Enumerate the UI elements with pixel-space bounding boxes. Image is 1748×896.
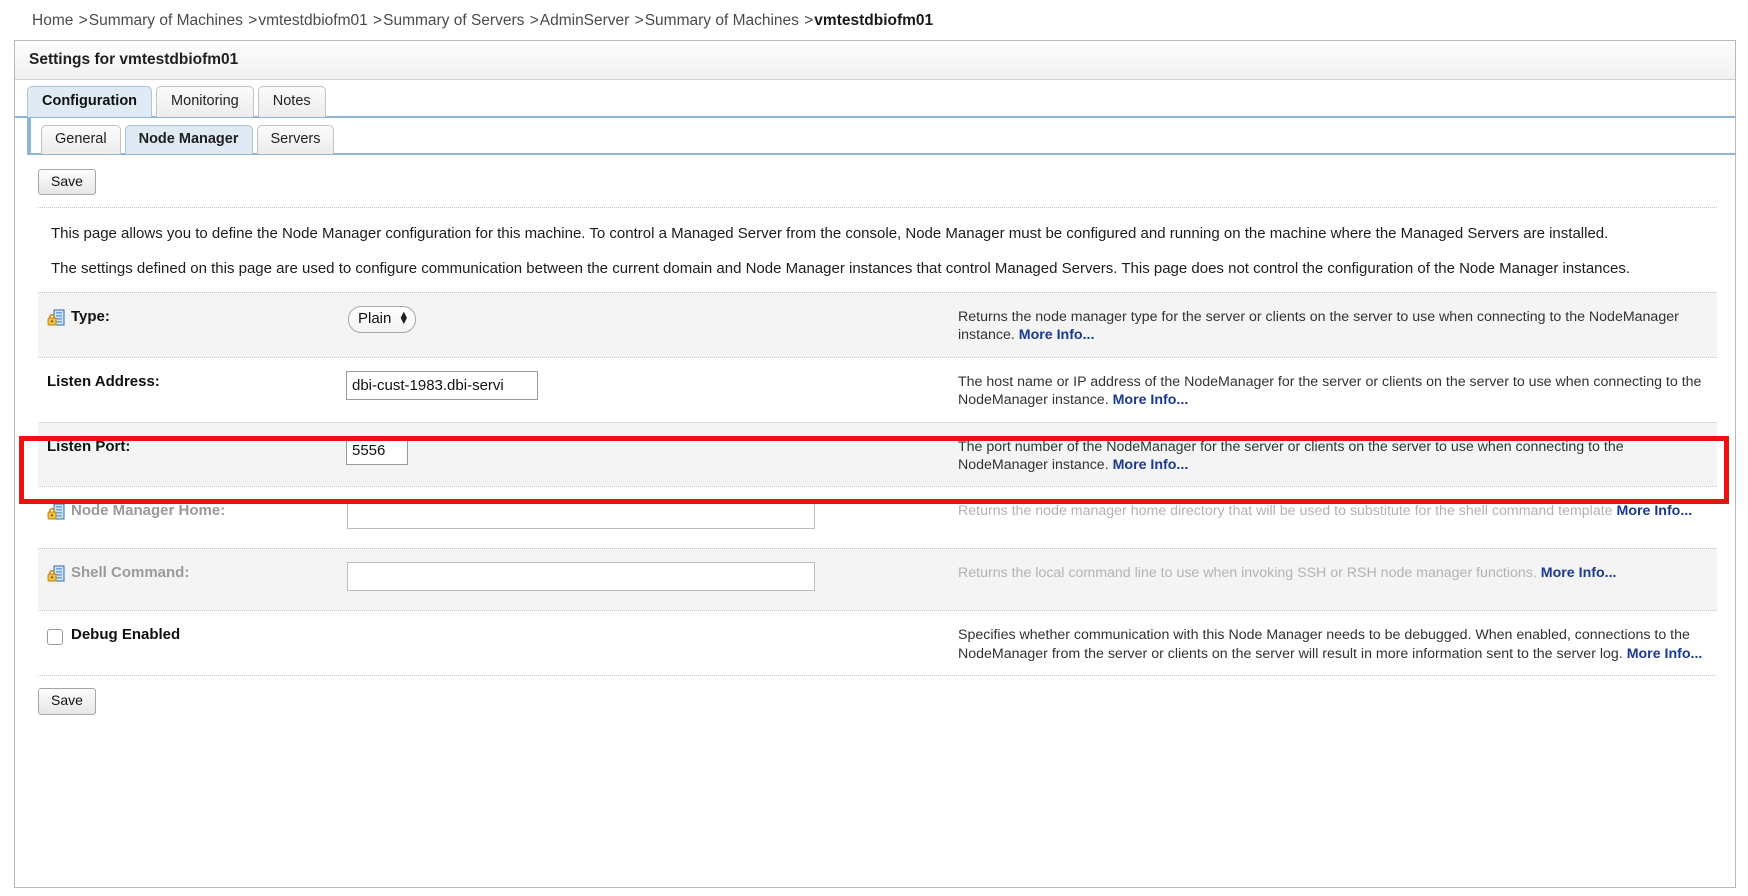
tabs-secondary-wrapper: General Node Manager Servers — [27, 118, 1735, 155]
tab-configuration[interactable]: Configuration — [27, 86, 153, 117]
save-button-top[interactable]: Save — [38, 169, 96, 196]
lock-config-icon — [47, 309, 65, 326]
label-node-manager-home: Node Manager Home: — [71, 502, 226, 520]
label-listen-port-wrapper: Listen Port: — [38, 436, 343, 457]
help-listen-port: The port number of the NodeManager for t… — [958, 436, 1717, 475]
label-node-manager-home-wrapper: Node Manager Home: — [38, 500, 343, 521]
field-listen-port-wrapper — [343, 435, 958, 465]
tabs-primary: Configuration Monitoring Notes — [15, 80, 1735, 118]
breadcrumb-item-summary-of-servers[interactable]: Summary of Servers — [383, 12, 524, 29]
help-node-manager-home: Returns the node manager home directory … — [958, 500, 1717, 520]
tab-notes[interactable]: Notes — [257, 86, 326, 117]
save-button-bottom[interactable]: Save — [38, 688, 96, 715]
breadcrumb-separator: > — [634, 12, 644, 29]
breadcrumb-item-vmtestdbiofm01[interactable]: vmtestdbiofm01 — [258, 12, 367, 29]
row-type: Type: Plain ▲ ▼ Returns the node manager … — [38, 291, 1717, 357]
settings-panel: Settings for vmtestdbiofm01 Configuratio… — [14, 40, 1736, 888]
breadcrumb: Home >Summary of Machines >vmtestdbiofm0… — [0, 0, 1748, 40]
help-node-manager-home-text: Returns the node manager home directory … — [958, 503, 1613, 520]
breadcrumb-item-adminserver[interactable]: AdminServer — [540, 12, 630, 29]
tab-node-manager[interactable]: Node Manager — [124, 125, 253, 154]
label-listen-address-wrapper: Listen Address: — [38, 371, 343, 392]
tabs-secondary: General Node Manager Servers — [31, 118, 1735, 155]
intro-paragraph-1: This page allows you to define the Node … — [51, 225, 1609, 243]
row-listen-port: Listen Port: The port number of the Node… — [38, 421, 1717, 487]
breadcrumb-item-home[interactable]: Home — [32, 12, 73, 29]
label-shell-command: Shell Command: — [71, 564, 190, 582]
row-debug-enabled: Debug Enabled Specifies whether communic… — [38, 610, 1717, 676]
intro-text: This page allows you to define the Node … — [29, 208, 1735, 291]
chevron-updown-icon: ▲ ▼ — [398, 309, 410, 327]
label-debug-enabled-wrapper: Debug Enabled — [38, 624, 343, 646]
row-node-manager-home: Node Manager Home: Returns the node mana… — [38, 486, 1717, 549]
more-info-link-listen-address[interactable]: More Info... — [1113, 392, 1189, 408]
node-manager-home-input[interactable] — [347, 500, 815, 530]
help-debug-enabled: Specifies whether communication with thi… — [958, 624, 1717, 663]
label-listen-address: Listen Address: — [47, 372, 160, 390]
tab-monitoring[interactable]: Monitoring — [156, 86, 254, 117]
more-info-link-debug-enabled[interactable]: More Info... — [1627, 646, 1703, 662]
page-title: Settings for vmtestdbiofm01 — [15, 41, 1735, 80]
label-debug-enabled: Debug Enabled — [71, 626, 181, 644]
tab-general[interactable]: General — [41, 125, 121, 154]
field-node-manager-home-wrapper — [343, 500, 958, 530]
help-type: Returns the node manager type for the se… — [958, 306, 1717, 345]
lock-config-icon — [47, 503, 65, 520]
row-shell-command: Shell Command: Returns the local command… — [38, 548, 1717, 611]
property-rows: Type: Plain ▲ ▼ Returns the node manager … — [38, 291, 1717, 677]
breadcrumb-separator: > — [248, 12, 258, 29]
label-type: Type: — [71, 307, 110, 325]
type-select[interactable]: Plain ▲ ▼ — [348, 305, 417, 333]
help-listen-port-text: The port number of the NodeManager for t… — [958, 438, 1624, 474]
breadcrumb-item-summary-of-machines[interactable]: Summary of Machines — [89, 12, 243, 29]
field-shell-command-wrapper — [343, 562, 958, 592]
listen-address-input[interactable] — [346, 370, 538, 400]
help-shell-command: Returns the local command line to use wh… — [958, 562, 1717, 582]
tab-servers[interactable]: Servers — [256, 125, 335, 154]
breadcrumb-item-summary-of-machines-2[interactable]: Summary of Machines — [645, 12, 799, 29]
help-listen-address-text: The host name or IP address of the NodeM… — [958, 373, 1702, 409]
separator-bottom — [38, 675, 1717, 677]
listen-port-input[interactable] — [346, 435, 408, 465]
label-type-wrapper: Type: — [38, 306, 343, 327]
row-listen-address: Listen Address: The host name or IP addr… — [38, 356, 1717, 422]
more-info-link-type[interactable]: More Info... — [1019, 327, 1095, 343]
breadcrumb-separator: > — [529, 12, 539, 29]
help-listen-address: The host name or IP address of the NodeM… — [958, 371, 1717, 410]
type-select-value: Plain — [358, 310, 392, 328]
breadcrumb-separator: > — [78, 12, 88, 29]
lock-config-icon — [47, 565, 65, 582]
help-shell-command-text: Returns the local command line to use wh… — [958, 565, 1537, 582]
more-info-link-listen-port[interactable]: More Info... — [1113, 457, 1189, 473]
node-manager-form: Save This page allows you to define the … — [15, 155, 1735, 715]
help-debug-enabled-text: Specifies whether communication with thi… — [958, 627, 1690, 662]
breadcrumb-separator: > — [804, 12, 814, 29]
label-listen-port: Listen Port: — [47, 437, 131, 455]
field-listen-address-wrapper — [343, 370, 958, 400]
intro-paragraph-2: The settings defined on this page are us… — [51, 259, 1631, 277]
label-shell-command-wrapper: Shell Command: — [38, 562, 343, 583]
more-info-link-node-manager-home[interactable]: More Info... — [1617, 503, 1693, 519]
field-type-wrapper: Plain ▲ ▼ — [343, 305, 958, 333]
more-info-link-shell-command[interactable]: More Info... — [1541, 565, 1617, 581]
breadcrumb-item-current: vmtestdbiofm01 — [814, 12, 934, 29]
breadcrumb-separator: > — [373, 12, 383, 29]
shell-command-input[interactable] — [347, 562, 815, 592]
debug-enabled-checkbox[interactable] — [47, 629, 63, 646]
